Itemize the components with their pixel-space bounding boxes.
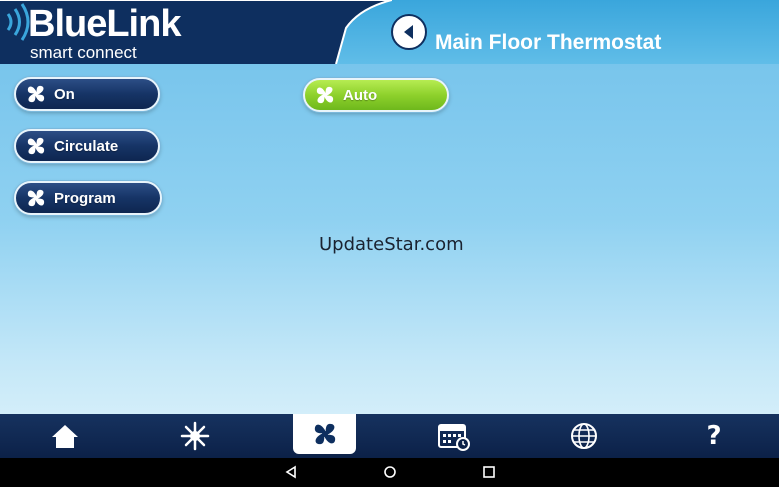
mode-on-button[interactable]: On: [14, 77, 160, 111]
page-title: Main Floor Thermostat: [435, 31, 662, 54]
header: BlueLink smart connect Main Floor Thermo…: [0, 0, 779, 64]
logo-text: BlueLink: [28, 3, 181, 45]
mode-circulate-label: Circulate: [54, 137, 119, 155]
signal-waves-icon: [6, 3, 30, 41]
fan-icon: [27, 189, 45, 207]
fan-icon: [27, 85, 45, 103]
recents-icon[interactable]: [481, 464, 497, 480]
bottom-nav: ?: [0, 414, 779, 458]
watermark-text: UpdateStar.com: [319, 234, 464, 255]
mode-on-label: On: [54, 85, 75, 103]
mode-program-label: Program: [54, 189, 116, 207]
nav-climate[interactable]: [163, 414, 227, 458]
nav-network[interactable]: [552, 414, 616, 458]
back-button[interactable]: [391, 14, 427, 50]
back-icon[interactable]: [283, 464, 299, 480]
nav-schedule[interactable]: [422, 414, 486, 458]
help-icon: ?: [706, 421, 722, 451]
logo-panel: BlueLink smart connect: [0, 0, 392, 64]
mode-program-button[interactable]: Program: [14, 181, 162, 215]
mode-auto-button[interactable]: Auto: [303, 78, 449, 112]
android-system-bar: [0, 458, 779, 487]
mode-auto-label: Auto: [343, 86, 378, 104]
fan-icon: [27, 137, 45, 155]
home-icon: [52, 425, 78, 448]
home-circle-icon[interactable]: [382, 464, 398, 480]
calendar-clock-icon: [438, 424, 470, 451]
nav-home[interactable]: [33, 414, 97, 458]
fan-icon: [314, 423, 335, 445]
fan-icon: [316, 86, 334, 104]
nav-fan[interactable]: [293, 414, 356, 454]
mode-circulate-button[interactable]: Circulate: [14, 129, 160, 163]
nav-help[interactable]: ?: [682, 414, 746, 458]
back-arrow-icon: [404, 25, 413, 39]
globe-icon: [571, 423, 597, 449]
logo-tagline: smart connect: [30, 43, 137, 62]
snowflake-sun-icon: [180, 421, 210, 451]
